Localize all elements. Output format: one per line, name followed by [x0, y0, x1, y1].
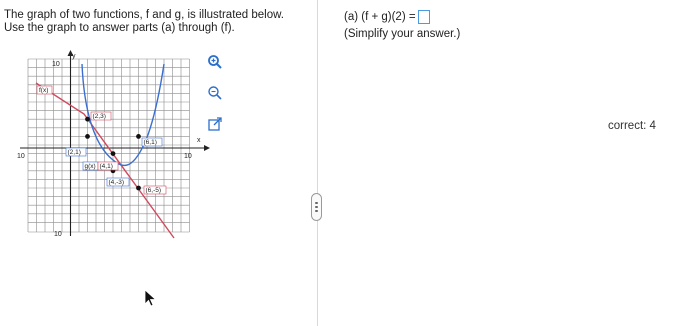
- answer-input[interactable]: [417, 10, 430, 24]
- function-graph: f(x) (2,3) (2,1) g(x) (4,1) (4,-3) (6,1)…: [14, 50, 214, 240]
- question-panel: (a) (f + g)(2) = (Simplify your answer.): [344, 10, 594, 41]
- mouse-cursor-icon: [144, 289, 157, 307]
- zoom-out-icon: [208, 86, 222, 100]
- part-a-line: (a) (f + g)(2) =: [344, 10, 594, 24]
- external-link-icon: [208, 117, 222, 131]
- prompt-line-2: Use the graph to answer parts (a) throug…: [4, 22, 235, 34]
- point-label-4-1: (4,1): [100, 163, 113, 170]
- point-2-1: [85, 134, 90, 139]
- point-2-3: [85, 116, 90, 122]
- point-4-1: [110, 151, 116, 156]
- panel-divider: [317, 0, 318, 326]
- f-curve: [35, 82, 175, 239]
- problem-prompt: The graph of two functions, f and g, is …: [4, 9, 304, 35]
- x-axis-label: x: [197, 137, 201, 144]
- grid: [27, 58, 190, 233]
- zoom-in-button[interactable]: [206, 53, 224, 71]
- f-label: f(x): [39, 87, 48, 94]
- prompt-line-1: The graph of two functions, f and g, is …: [4, 9, 284, 21]
- zoom-out-button[interactable]: [206, 84, 224, 102]
- page: The graph of two functions, f and g, is …: [0, 0, 700, 326]
- simplify-hint: (Simplify your answer.): [344, 28, 461, 40]
- point-label-6-1: (6,1): [144, 139, 157, 146]
- axes: [20, 53, 204, 236]
- y-axis-label: y: [72, 53, 76, 60]
- point-6-neg5: [136, 185, 141, 191]
- point-label-2-3: (2,3): [93, 113, 106, 120]
- part-a-text: (a) (f + g)(2) =: [344, 10, 416, 23]
- point-label-6-neg5: (6,-5): [146, 187, 162, 194]
- point-label-2-1: (2,1): [68, 149, 81, 156]
- panel-resize-handle[interactable]: [311, 193, 322, 221]
- graph-svg: f(x) (2,3) (2,1) g(x) (4,1) (4,-3) (6,1)…: [17, 50, 210, 239]
- graph-tools: [206, 53, 230, 146]
- y-min-tick: 10: [54, 231, 62, 238]
- point-label-4-neg3: (4,-3): [109, 179, 125, 186]
- y-max-tick: 10: [52, 61, 60, 68]
- x-min-tick: 10: [17, 153, 25, 160]
- x-max-tick: 10: [184, 153, 192, 160]
- point-6-1: [136, 134, 141, 139]
- open-external-button[interactable]: [206, 115, 224, 133]
- correct-count: correct: 4: [608, 120, 656, 132]
- g-label: g(x): [85, 163, 96, 170]
- zoom-in-icon: [208, 55, 222, 69]
